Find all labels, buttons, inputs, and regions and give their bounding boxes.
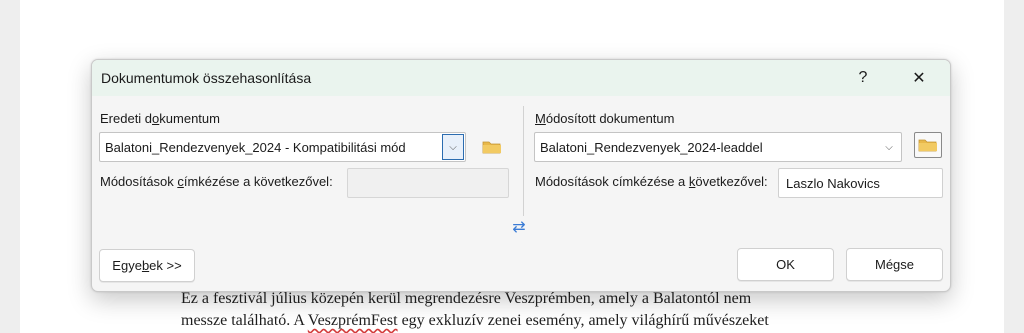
chevron-down-icon: ⌵ [885, 141, 893, 153]
swap-documents-icon[interactable]: ⇄ [510, 218, 528, 236]
cancel-button[interactable]: Mégse [846, 248, 943, 281]
revised-label-accesskey: M [535, 111, 546, 126]
more-button[interactable]: Egye b ek >> [99, 249, 195, 282]
document-line-2-start: messze található. A [181, 312, 308, 329]
revised-dropdown-button[interactable]: ⌵ [878, 134, 900, 160]
revised-changes-label: Módosítások címkézése a következővel: [535, 174, 768, 189]
folder-icon [482, 141, 501, 154]
original-label-rest: kumentum [159, 111, 220, 126]
revised-document-value: Balatoni_Rendezvenyek_2024-leaddel [540, 140, 763, 155]
revised-changes-label-rest: övetkezővel: [695, 174, 768, 189]
revised-changes-input[interactable] [779, 169, 942, 197]
original-browse-button[interactable] [478, 134, 506, 160]
ok-button[interactable]: OK [737, 248, 834, 281]
original-changes-label-part: Módosítások [100, 174, 178, 189]
help-icon: ? [858, 69, 868, 86]
chevron-down-icon: ⌵ [449, 141, 457, 153]
dialog-title: Dokumentumok összehasonlítása [101, 70, 312, 86]
folder-icon [918, 139, 937, 152]
section-divider [523, 106, 524, 216]
original-changes-input [348, 169, 508, 197]
more-button-accesskey: b [141, 258, 150, 273]
document-line-2-end: egy exkluzív zenei esemény, amely világh… [397, 312, 769, 329]
compare-documents-dialog: Dokumentumok összehasonlítása ? ✕ Eredet… [91, 59, 951, 292]
original-changes-field [347, 168, 509, 198]
more-button-part: Egye [112, 258, 142, 273]
close-button[interactable]: ✕ [896, 60, 942, 96]
original-document-combo[interactable]: Balatoni_Rendezvenyek_2024 - Kompatibili… [99, 132, 466, 162]
original-changes-label: Módosítások címkézése a következővel: [100, 174, 333, 189]
revised-changes-field[interactable] [778, 168, 943, 198]
original-changes-label-rest: ímkézése a következővel: [183, 174, 333, 189]
document-body[interactable]: Ez a fesztivál július közepén kerül megr… [181, 288, 901, 332]
revised-label-rest: ódosított dokumentum [545, 111, 675, 126]
original-document-label: Eredeti dokumentum [100, 111, 220, 126]
original-dropdown-button[interactable]: ⌵ [442, 134, 464, 160]
dialog-titlebar[interactable]: Dokumentumok összehasonlítása ? ✕ [92, 60, 950, 96]
close-icon: ✕ [912, 70, 926, 87]
revised-document-label: Módosított dokumentum [535, 111, 674, 126]
spelling-flagged-word[interactable]: VeszprémFest [308, 312, 398, 329]
original-document-value: Balatoni_Rendezvenyek_2024 - Kompatibili… [105, 140, 406, 155]
revised-browse-button[interactable] [914, 132, 942, 158]
document-line-2: messze található. A VeszprémFest egy exk… [181, 310, 901, 332]
revised-document-combo[interactable]: Balatoni_Rendezvenyek_2024-leaddel ⌵ [534, 132, 902, 162]
original-label-part: Eredeti d [100, 111, 153, 126]
help-button[interactable]: ? [840, 60, 886, 96]
more-button-rest: ek >> [149, 258, 182, 273]
revised-changes-label-part: Módosítások címkézése a [535, 174, 689, 189]
